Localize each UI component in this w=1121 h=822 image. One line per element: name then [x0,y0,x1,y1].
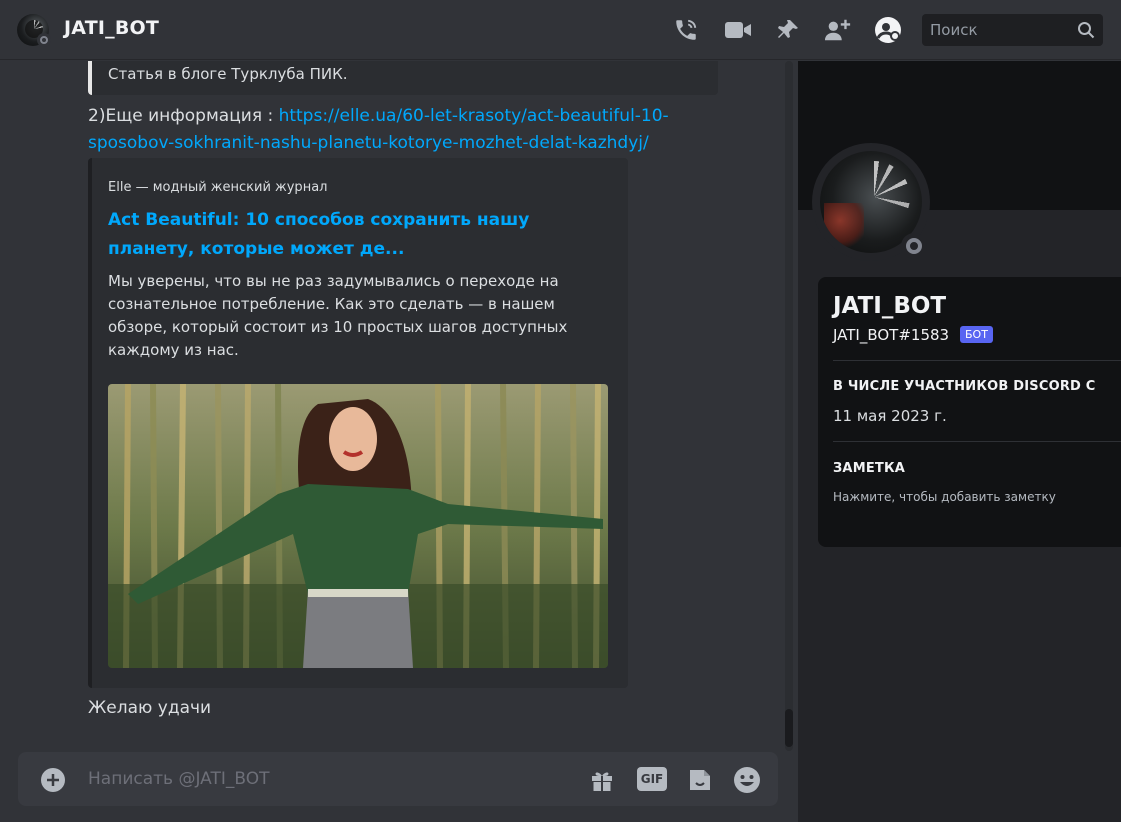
user-profile-panel: JATI_BOT JATI_BOT#1583 БОТ В ЧИСЛЕ УЧАСТ… [798,61,1121,822]
scrollbar-thumb[interactable] [785,709,793,747]
message-input[interactable] [88,767,568,791]
profile-name: JATI_BOT [833,293,947,319]
dm-header: JATI_BOT [0,0,1121,60]
message-prefix: 2)Еще информация : [88,106,279,126]
embed-description: Мы уверены, что вы не раз задумывались о… [108,272,568,359]
divider [833,360,1121,361]
previous-embed-text: Статья в блоге Турклуба ПИК. [108,65,348,83]
member-since-date: 11 мая 2023 г. [833,407,947,425]
bot-badge: БОТ [960,326,993,343]
status-indicator [37,33,51,47]
scrollbar-track[interactable] [785,61,793,751]
message-composer: GIF [18,752,778,806]
search-box[interactable] [922,14,1103,46]
note-input[interactable] [833,487,1103,507]
message-text: 2)Еще информация : https://elle.ua/60-le… [88,103,708,157]
embed-provider[interactable]: Elle — модный женский журнал [108,180,327,195]
link-embed: Elle — модный женский журнал Act Beautif… [88,158,628,688]
search-icon[interactable] [1077,21,1095,43]
sticker-icon[interactable] [685,765,715,795]
page-title[interactable]: JATI_BOT [64,17,159,39]
add-friend-icon[interactable] [824,16,852,44]
message-text: Желаю удачи [88,698,212,718]
profile-tag: JATI_BOT#1583 [833,326,950,344]
embed-image[interactable] [108,384,608,668]
message-list[interactable]: Статья в блоге Турклуба ПИК. 2)Еще инфор… [0,61,798,822]
pin-icon[interactable] [774,16,802,44]
gif-icon[interactable]: GIF [637,767,667,791]
divider [833,441,1121,442]
call-icon[interactable] [672,16,700,44]
profile-card: JATI_BOT JATI_BOT#1583 БОТ В ЧИСЛЕ УЧАСТ… [818,277,1121,547]
gift-icon[interactable] [587,765,617,795]
member-since-heading: В ЧИСЛЕ УЧАСТНИКОВ DISCORD С [833,379,1096,394]
video-icon[interactable] [724,16,752,44]
status-indicator [901,233,927,259]
note-heading: ЗАМЕТКА [833,461,906,476]
add-attachment-icon[interactable] [38,765,68,795]
search-input[interactable] [930,20,1070,40]
profile-icon[interactable] [874,16,902,44]
scrollbar[interactable] [783,61,795,751]
previous-embed: Статья в блоге Турклуба ПИК. [88,61,718,95]
emoji-icon[interactable] [732,765,762,795]
profile-avatar-frame [812,143,930,261]
embed-title[interactable]: Act Beautiful: 10 способов сохранить наш… [108,206,608,264]
